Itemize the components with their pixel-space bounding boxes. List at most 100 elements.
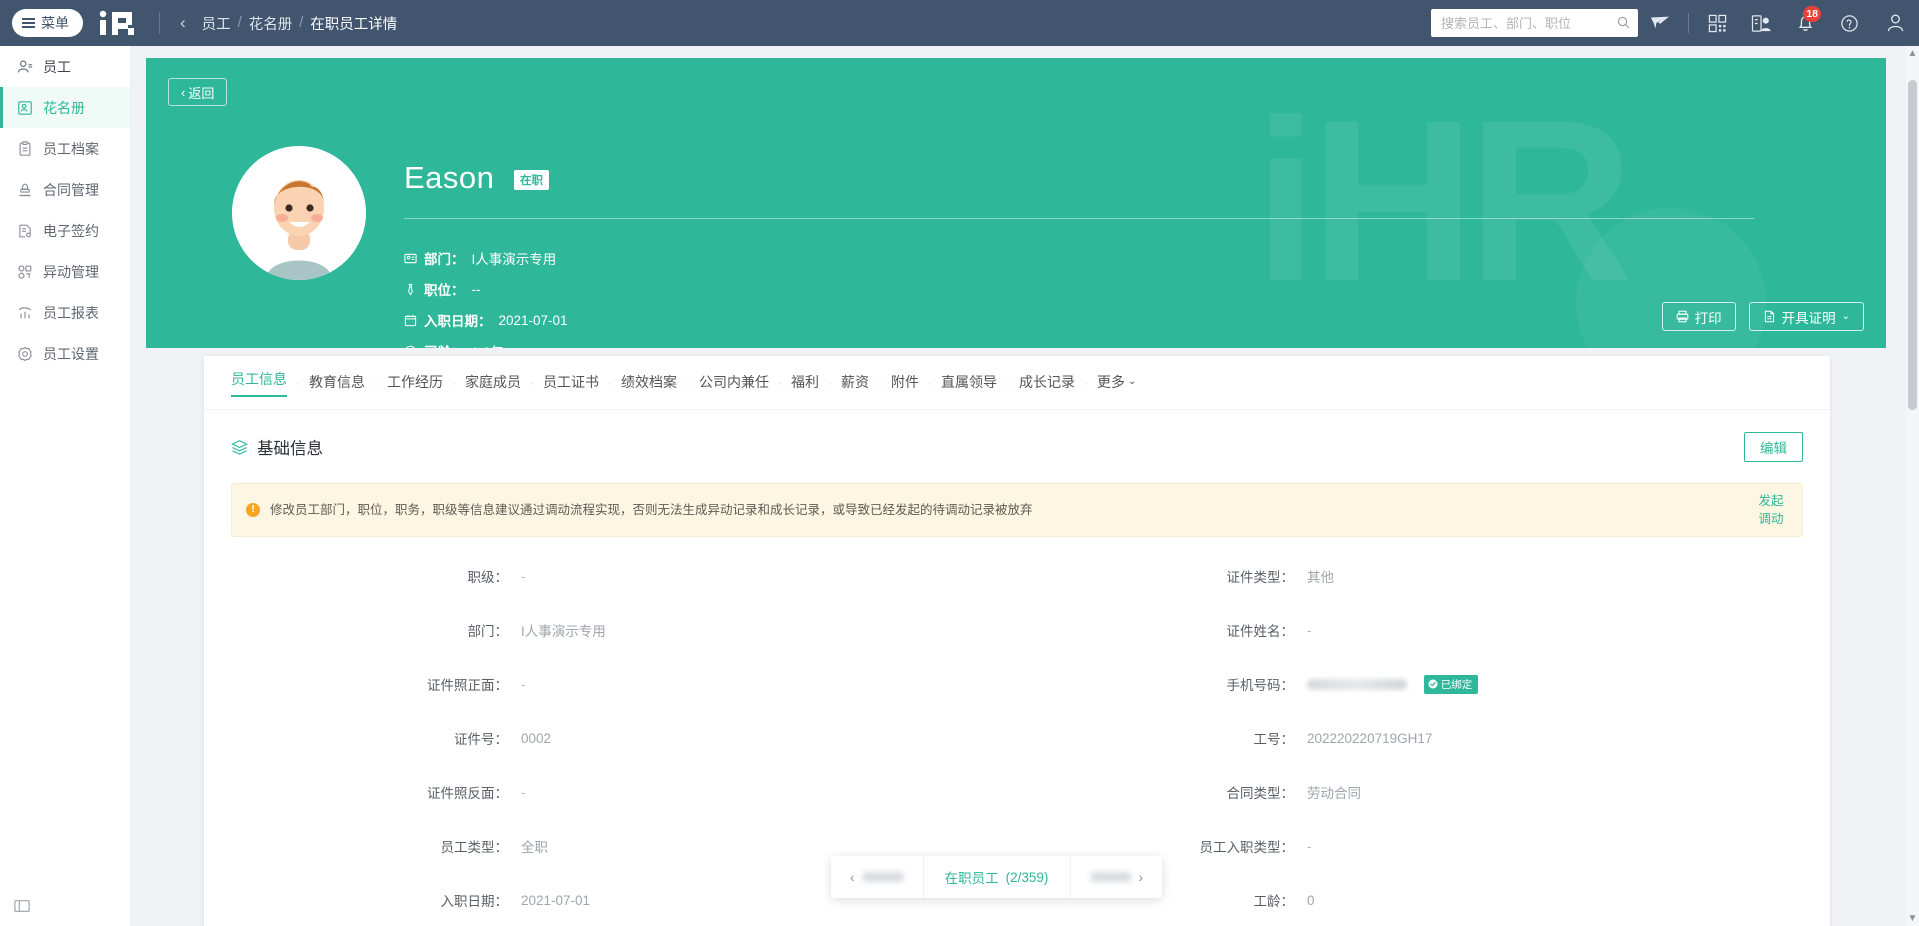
scroll-down-arrow-icon[interactable]: ▼ xyxy=(1907,913,1918,924)
tab-education-info[interactable]: 教育信息 xyxy=(309,372,365,394)
e-sign-icon xyxy=(17,223,33,239)
field-label: 入职日期： xyxy=(231,890,521,910)
document-icon xyxy=(1763,310,1776,323)
section-title: 基础信息 xyxy=(231,435,323,459)
page-scrollbar[interactable]: ▲ ▼ xyxy=(1906,46,1919,926)
field-label: 合同类型： xyxy=(1017,782,1307,802)
sidebar-item-label: 员工档案 xyxy=(43,139,99,159)
tab-employee-info[interactable]: 员工信息 xyxy=(231,369,287,397)
sidebar-item-label: 员工报表 xyxy=(43,303,99,323)
tab-salary[interactable]: 薪资 xyxy=(841,372,869,394)
hero-meta-label: 职位： xyxy=(424,279,465,299)
field-row-id-name: 证件姓名： - xyxy=(1017,603,1803,657)
sidebar-item-report[interactable]: 员工报表 xyxy=(0,292,130,333)
breadcrumb-item-current: 在职员工详情 xyxy=(310,13,397,34)
roster-icon xyxy=(17,100,33,116)
tab-attachments[interactable]: 附件 xyxy=(891,372,919,394)
field-row-employee-number: 工号： 202220220719GH17 xyxy=(1017,711,1803,765)
back-button-label: 返回 xyxy=(188,83,214,102)
app-root: 菜单 ‹ 员工 / 花名册 / 在职员工详情 xyxy=(0,0,1919,926)
help-icon[interactable] xyxy=(1827,0,1871,46)
hero-meta-label: 部门： xyxy=(424,248,465,268)
menu-button-label: 菜单 xyxy=(41,13,69,33)
hero-action-buttons: 打印 开具证明 ⌄ xyxy=(1662,302,1864,331)
sidebar-item-employee-file[interactable]: 员工档案 xyxy=(0,128,130,169)
breadcrumb-item-roster[interactable]: 花名册 xyxy=(249,13,293,34)
field-label: 员工入职类型： xyxy=(1017,836,1307,856)
contacts-icon[interactable] xyxy=(1739,0,1783,46)
back-button[interactable]: ‹ 返回 xyxy=(168,78,227,106)
employee-info-card: 员工信息 · 教育信息 · 工作经历 · 家庭成员 · 员工证书 · 绩效档案 … xyxy=(204,356,1830,926)
tab-bar: 员工信息 · 教育信息 · 工作经历 · 家庭成员 · 员工证书 · 绩效档案 … xyxy=(204,356,1830,410)
pager-current-list[interactable]: 在职员工 (2/359) xyxy=(924,856,1071,898)
tab-separator: · xyxy=(828,376,832,390)
sidebar-item-transfer[interactable]: 异动管理 xyxy=(0,251,130,292)
tab-separator: · xyxy=(1006,376,1010,390)
sidebar-item-contract[interactable]: 合同管理 xyxy=(0,169,130,210)
chevron-left-icon: ‹ xyxy=(181,85,185,100)
sidebar-item-label: 员工设置 xyxy=(43,344,99,364)
print-button[interactable]: 打印 xyxy=(1662,302,1736,331)
pager-previous-masked-name xyxy=(862,872,904,882)
scroll-up-arrow-icon[interactable]: ▲ xyxy=(1907,48,1918,59)
pager-next-masked-name xyxy=(1090,872,1132,882)
employee-name: Eason xyxy=(404,160,494,196)
tab-welfare[interactable]: 福利 xyxy=(791,372,819,394)
employee-hero-banner: iHR ‹ 返回 Eas xyxy=(146,58,1886,348)
sidebar-item-settings[interactable]: 员工设置 xyxy=(0,333,130,374)
tab-performance[interactable]: 绩效档案 xyxy=(621,372,677,394)
sidebar-item-esign[interactable]: 电子签约 xyxy=(0,210,130,251)
tab-separator: · xyxy=(928,376,932,390)
field-value: 0002 xyxy=(521,731,551,746)
qrcode-icon[interactable] xyxy=(1695,0,1739,46)
ihr-logo-icon xyxy=(97,10,143,36)
issue-certificate-button[interactable]: 开具证明 ⌄ xyxy=(1749,302,1864,331)
layers-icon xyxy=(231,439,248,456)
pager-next-button[interactable]: › xyxy=(1071,856,1163,898)
search-input[interactable] xyxy=(1441,16,1612,31)
notification-badge: 18 xyxy=(1803,6,1821,22)
chevron-down-icon: ⌄ xyxy=(1128,376,1136,387)
hero-meta-value: I人事演示专用 xyxy=(472,248,557,268)
field-label: 工号： xyxy=(1017,728,1307,748)
hero-meta-value: 1.6年 xyxy=(472,341,504,348)
chevron-right-icon: › xyxy=(1139,870,1144,885)
field-label: 员工类型： xyxy=(231,836,521,856)
field-value: - xyxy=(521,677,526,692)
tab-concurrent-post[interactable]: 公司内兼任 xyxy=(699,372,769,394)
topbar-divider xyxy=(1688,13,1689,33)
search-box[interactable] xyxy=(1431,9,1638,37)
field-value: 其他 xyxy=(1307,566,1334,586)
user-avatar-icon[interactable] xyxy=(1871,0,1919,46)
calendar-icon xyxy=(404,314,417,327)
paper-plane-icon[interactable] xyxy=(1638,0,1682,46)
sidebar-item-label: 合同管理 xyxy=(43,180,99,200)
breadcrumb-separator: / xyxy=(238,15,242,31)
breadcrumb-item-employee[interactable]: 员工 xyxy=(202,13,231,34)
hero-meta-tenure: 司龄： 1.6年 xyxy=(404,341,504,348)
tab-work-experience[interactable]: 工作经历 xyxy=(387,372,443,394)
pager-previous-button[interactable]: ‹ xyxy=(831,856,924,898)
hero-meta-department: 部门： I人事演示专用 xyxy=(404,248,556,268)
tab-family-members[interactable]: 家庭成员 xyxy=(465,372,521,394)
sidebar-item-employee[interactable]: 员工 xyxy=(0,46,130,87)
search-icon[interactable] xyxy=(1617,16,1630,34)
pager-list-label: 在职员工 xyxy=(945,867,999,887)
sidebar-collapse-icon[interactable] xyxy=(14,899,30,918)
initiate-transfer-link[interactable]: 发起调动 xyxy=(1754,492,1788,528)
tab-separator: · xyxy=(878,376,882,390)
menu-button[interactable]: 菜单 xyxy=(12,9,83,37)
bell-icon[interactable]: 18 xyxy=(1783,0,1827,46)
scrollbar-thumb[interactable] xyxy=(1908,80,1917,410)
breadcrumb-back-icon[interactable]: ‹ xyxy=(176,13,190,33)
field-value: - xyxy=(1307,623,1312,638)
sidebar-item-roster[interactable]: 花名册 xyxy=(0,87,130,128)
tab-more[interactable]: 更多 ⌄ xyxy=(1097,372,1136,394)
transfer-warning-alert: ! 修改员工部门，职位，职务，职级等信息建议通过调动流程实现，否则无法生成异动记… xyxy=(231,483,1803,537)
tab-separator: · xyxy=(452,376,456,390)
tab-growth-record[interactable]: 成长记录 xyxy=(1019,372,1075,394)
hero-meta-value: -- xyxy=(472,282,481,297)
edit-button[interactable]: 编辑 xyxy=(1744,432,1803,462)
tab-direct-leader[interactable]: 直属领导 xyxy=(941,372,997,394)
tab-certificates[interactable]: 员工证书 xyxy=(543,372,599,394)
